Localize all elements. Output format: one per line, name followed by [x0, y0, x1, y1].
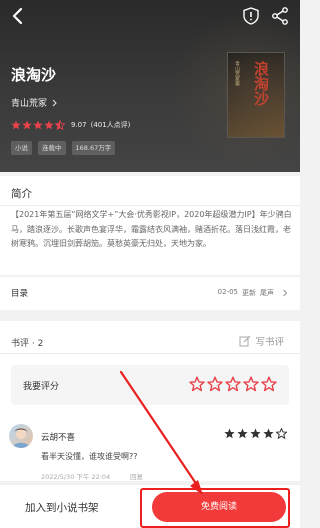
book-header: 浪淘沙 青山荒冢 9.07 (401人点评) 小说 连载中 168.67万字 青…	[0, 0, 300, 172]
toc-row[interactable]: 目录 02-05 更新 尾声	[0, 277, 300, 310]
tag-status: 连载中	[38, 141, 66, 155]
author-link[interactable]: 青山荒冢	[11, 96, 58, 109]
avatar[interactable]	[9, 424, 33, 448]
star-filled-icon	[44, 120, 54, 130]
toc-last-chapter: 尾声	[260, 289, 274, 297]
star-outline-icon[interactable]	[243, 376, 259, 392]
user-avatar-icon	[12, 428, 30, 448]
star-outline-icon[interactable]	[189, 376, 205, 392]
star-filled-icon	[237, 428, 248, 439]
intro-heading: 简介	[11, 188, 32, 200]
add-to-shelf-button[interactable]: 加入到小说书架	[25, 500, 99, 515]
back-arrow-icon[interactable]	[8, 5, 30, 27]
review-item: 云胡不喜 看半天没懂，谁攻谁受啊?? 2022/5/30 下午 22:04 回复	[0, 415, 300, 481]
tag-category: 小说	[11, 141, 32, 155]
write-review-button[interactable]: 写书评	[239, 334, 284, 348]
divider	[0, 205, 300, 206]
star-filled-icon	[250, 428, 261, 439]
toc-update: 更新	[242, 289, 256, 297]
intro-text: 【2021年第五届“网络文学+”大会·优秀影视IP，2020年超级潜力IP】年少…	[11, 210, 292, 248]
star-filled-icon	[263, 428, 274, 439]
shield-alert-icon[interactable]	[243, 7, 259, 25]
review-time: 2022/5/30 下午 22:04	[41, 473, 111, 481]
annotation-highlight-box	[140, 488, 290, 528]
chevron-right-icon	[52, 99, 57, 106]
star-filled-icon	[224, 428, 235, 439]
tag-wordcount: 168.67万字	[71, 141, 116, 155]
toc-meta: 02-05 更新 尾声	[214, 288, 274, 298]
star-filled-icon	[22, 120, 32, 130]
review-stars	[222, 428, 287, 439]
cover-title: 浪淘沙	[252, 61, 270, 106]
star-outline-icon[interactable]	[225, 376, 241, 392]
toc-date: 02-05	[217, 288, 238, 296]
cover-author: 青山荒冢著	[234, 61, 240, 86]
share-icon[interactable]	[270, 6, 290, 26]
reviews-title: 书评 · 2	[11, 339, 44, 349]
reply-button[interactable]: 回复	[130, 471, 143, 481]
star-filled-icon	[33, 120, 43, 130]
book-cover: 青山荒冢著 浪淘沙	[227, 52, 285, 138]
book-rating: 9.07 (401人点评)	[11, 120, 130, 130]
rating-score: 9.07	[71, 121, 87, 129]
star-filled-icon	[11, 120, 21, 130]
star-outline-icon	[276, 428, 287, 439]
star-outline-icon[interactable]	[207, 376, 223, 392]
star-half-icon	[55, 120, 65, 130]
review-username[interactable]: 云胡不喜	[41, 431, 75, 443]
book-tags: 小说 连载中 168.67万字	[11, 141, 121, 155]
divider	[0, 353, 300, 354]
author-name: 青山荒冢	[11, 99, 48, 109]
reviews-section: 书评 · 2 写书评 我要评分 云胡不喜 看半天没懂，谁攻谁受啊?? 2022/…	[0, 321, 300, 481]
chevron-right-icon	[283, 289, 288, 297]
edit-icon	[239, 335, 251, 347]
my-rating-box: 我要评分	[11, 365, 289, 405]
star-outline-icon[interactable]	[261, 376, 277, 392]
book-title: 浪淘沙	[11, 66, 57, 84]
my-rating-label: 我要评分	[23, 382, 60, 392]
rating-count: (401人点评)	[90, 121, 131, 129]
toc-label: 目录	[11, 289, 29, 299]
my-rating-stars[interactable]	[187, 376, 277, 392]
intro-section: 简介 【2021年第五届“网络文学+”大会·优秀影视IP，2020年超级潜力IP…	[0, 176, 300, 275]
review-text: 看半天没懂，谁攻谁受啊??	[41, 452, 138, 461]
write-review-label: 写书评	[255, 337, 284, 348]
